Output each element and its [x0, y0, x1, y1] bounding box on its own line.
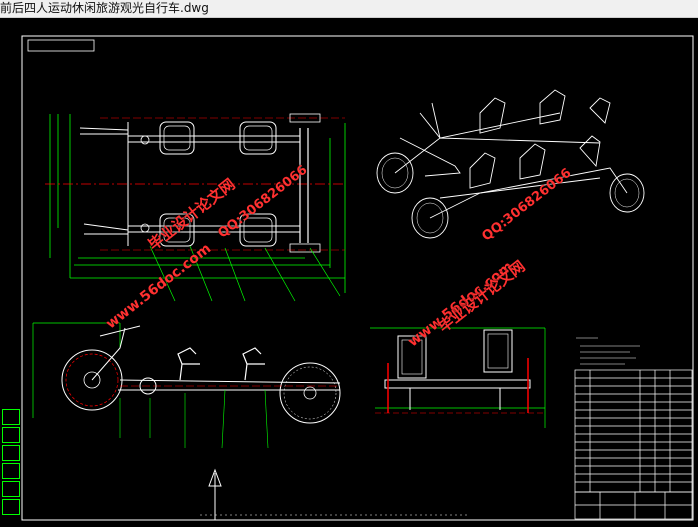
cad-drawing	[21, 35, 694, 521]
side-cell	[2, 499, 20, 515]
drawing-number-box	[27, 39, 95, 52]
side-cell	[2, 463, 20, 479]
window-title-bar: 前后四人运动休闲旅游观光自行车.dwg	[0, 0, 698, 18]
cad-drawing-canvas[interactable]: 毕业设计论文网 QQ:306826066 www.56doc.com QQ:30…	[0, 18, 698, 523]
parts-list-table	[574, 369, 693, 493]
side-cell	[2, 445, 20, 461]
technical-requirements	[576, 337, 640, 365]
side-view	[32, 322, 341, 449]
side-cell	[2, 481, 20, 497]
side-cell	[2, 427, 20, 443]
title-block	[574, 491, 693, 520]
side-cell	[2, 409, 20, 425]
view-direction-arrow	[208, 468, 222, 520]
rear-view	[370, 327, 546, 428]
window-title: 前后四人运动休闲旅游观光自行车.dwg	[0, 1, 209, 15]
revision-side-table	[0, 409, 20, 519]
